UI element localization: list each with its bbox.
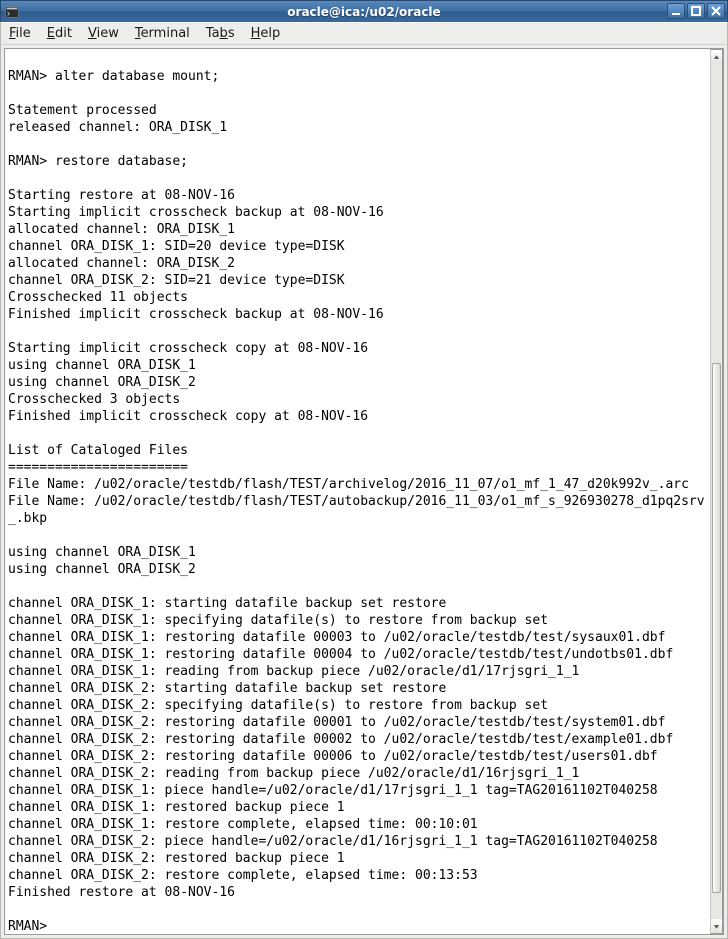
menu-terminal[interactable]: Terminal <box>127 23 198 44</box>
menu-tabs[interactable]: Tabs <box>198 23 243 44</box>
minimize-button[interactable] <box>667 3 685 19</box>
scrollbar <box>710 49 723 934</box>
scroll-down-button[interactable] <box>711 919 722 933</box>
window-titlebar: oracle@ica:/u02/oracle <box>0 0 728 22</box>
menu-view[interactable]: View <box>80 23 127 44</box>
maximize-button[interactable] <box>687 3 705 19</box>
terminal-output: RMAN> alter database mount; Statement pr… <box>5 49 710 934</box>
window-title: oracle@ica:/u02/oracle <box>1 5 727 19</box>
scroll-thumb[interactable] <box>712 363 721 893</box>
scroll-track[interactable] <box>711 64 722 919</box>
window-controls <box>667 3 725 19</box>
menubar: File Edit View Terminal Tabs Help <box>0 22 728 45</box>
menu-edit[interactable]: Edit <box>39 23 80 44</box>
terminal-icon <box>4 4 20 20</box>
menu-file[interactable]: File <box>1 23 39 44</box>
close-button[interactable] <box>707 3 725 19</box>
terminal-frame: RMAN> alter database mount; Statement pr… <box>0 45 728 939</box>
terminal-viewport[interactable]: RMAN> alter database mount; Statement pr… <box>5 49 710 934</box>
menu-help[interactable]: Help <box>243 23 289 44</box>
scroll-up-button[interactable] <box>711 50 722 64</box>
terminal: RMAN> alter database mount; Statement pr… <box>4 48 724 935</box>
